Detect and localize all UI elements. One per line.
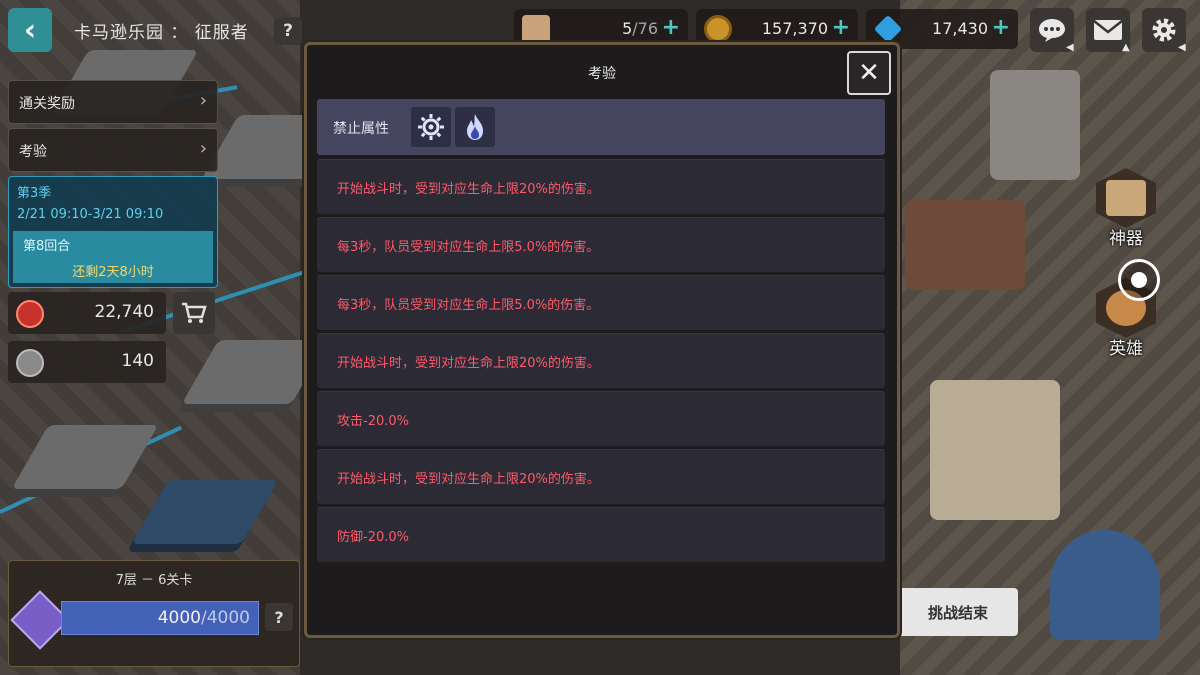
chat-icon [1039, 19, 1065, 42]
floor-progress-text: 4000/4000 [158, 608, 250, 628]
progress-max: /4000 [201, 608, 250, 628]
season-period: 2/21 09:10-3/21 09:10 [17, 207, 164, 222]
clear-reward-label: 通关奖励 [19, 96, 75, 112]
floor-help-button[interactable]: ? [265, 603, 293, 631]
medal-value: 140 [121, 351, 154, 371]
shop-cart-button[interactable] [173, 292, 215, 334]
gem-value: 17,430 [932, 19, 988, 38]
round-label: 第8回合 [23, 239, 71, 254]
caret-left-icon: ◀ [1066, 42, 1074, 53]
banned-attributes-label: 禁止属性 [333, 121, 389, 137]
rule-text: 攻击-20.0% [337, 414, 409, 429]
coffee-cup-icon [522, 15, 550, 43]
fire-element-icon [455, 107, 495, 147]
back-button[interactable]: ‹ [8, 8, 52, 52]
target-icon[interactable] [1118, 259, 1160, 301]
caret-up-icon: ▲ [1122, 42, 1130, 53]
floor-progress-bar: 4000/4000 [61, 601, 259, 635]
add-gems-button[interactable]: + [992, 15, 1010, 40]
cart-icon [182, 302, 207, 323]
hero-label: 英雄 [1109, 339, 1143, 359]
shop-decoration [930, 380, 1060, 520]
chevron-left-icon: ‹ [23, 12, 37, 48]
trial-rule: 开始战斗时，受到对应生命上限20%的伤害。 [317, 159, 885, 214]
banned-attributes-row: 禁止属性 [317, 99, 885, 155]
round-panel: 第8回合 还剩2天8小时 [13, 231, 213, 283]
help-button[interactable]: ? [274, 17, 302, 45]
trial-rule: 防御-20.0% [317, 507, 885, 562]
trial-rule: 每3秒，队员受到对应生命上限5.0%的伤害。 [317, 217, 885, 272]
gold-coin-icon [704, 15, 732, 43]
floor-label: 7层 － 6关卡 [115, 573, 193, 588]
gear-icon [1152, 18, 1176, 42]
stamina-max: /76 [632, 19, 658, 38]
trial-rule: 开始战斗时，受到对应生命上限20%的伤害。 [317, 449, 885, 504]
light-element-icon [411, 107, 451, 147]
rule-text: 开始战斗时，受到对应生命上限20%的伤害。 [337, 182, 600, 197]
progress-current: 4000 [157, 608, 201, 628]
trial-rule: 每3秒，队员受到对应生命上限5.0%的伤害。 [317, 275, 885, 330]
trial-rule: 攻击-20.0% [317, 391, 885, 446]
season-name: 第3季 [17, 186, 52, 201]
shop-decoration [990, 70, 1080, 180]
dialog-title: 考验 [588, 66, 616, 82]
chevron-right-icon: › [199, 90, 207, 111]
trial-rule: 开始战斗时，受到对应生命上限20%的伤害。 [317, 333, 885, 388]
close-button[interactable]: ✕ [847, 51, 891, 95]
game-screen: ‹ 卡马逊乐园 ： 征服者 ? 5/76 + 157,370 + 17,430 … [0, 0, 1200, 675]
rule-text: 开始战斗时，受到对应生命上限20%的伤害。 [337, 356, 600, 371]
medal-counter: 140 [8, 341, 166, 383]
gold-value: 157,370 [761, 19, 828, 38]
rule-text: 防御-20.0% [337, 530, 409, 545]
clear-reward-button[interactable]: 通关奖励 › [8, 80, 218, 124]
page-title: 卡马逊乐园 ： 征服者 [74, 23, 249, 43]
rule-text: 每3秒，队员受到对应生命上限5.0%的伤害。 [337, 240, 600, 255]
mail-icon [1093, 20, 1123, 40]
rule-text: 开始战斗时，受到对应生命上限20%的伤害。 [337, 472, 600, 487]
remaining-time: 还剩2天8小时 [72, 265, 154, 280]
medal-icon [16, 349, 44, 377]
add-stamina-button[interactable]: + [662, 15, 680, 40]
chevron-right-icon: › [199, 138, 207, 159]
red-coin-icon [16, 300, 44, 328]
diamond-icon [873, 14, 903, 44]
stamina-current: 5 [622, 19, 633, 38]
coin-counter: 22,740 [8, 292, 166, 334]
floor-panel: 7层 － 6关卡 4000/4000 ? [8, 560, 300, 667]
add-gold-button[interactable]: + [832, 15, 850, 40]
rule-text: 每3秒，队员受到对应生命上限5.0%的伤害。 [337, 298, 600, 313]
artifact-button[interactable]: 神器 [1086, 168, 1166, 249]
coin-value: 22,740 [94, 302, 154, 322]
shop-decoration [905, 200, 1025, 290]
artifact-label: 神器 [1109, 229, 1143, 249]
trial-label: 考验 [19, 144, 47, 160]
end-challenge-button[interactable]: 挑战结束 [898, 588, 1018, 636]
trial-button[interactable]: 考验 › [8, 128, 218, 172]
shopping-bag-icon [1106, 180, 1146, 216]
stamina-value: 5/76 [622, 19, 658, 38]
season-panel: 第3季 2/21 09:10-3/21 09:10 第8回合 还剩2天8小时 [8, 176, 218, 288]
shopkeeper-character [1050, 530, 1160, 640]
close-icon: ✕ [858, 58, 880, 88]
caret-left-icon: ◀ [1178, 42, 1186, 53]
trial-dialog: 考验 ✕ 禁止属性 开始战斗时，受到对应生命上限20%的伤害。 每3秒，队员受到… [304, 42, 900, 638]
